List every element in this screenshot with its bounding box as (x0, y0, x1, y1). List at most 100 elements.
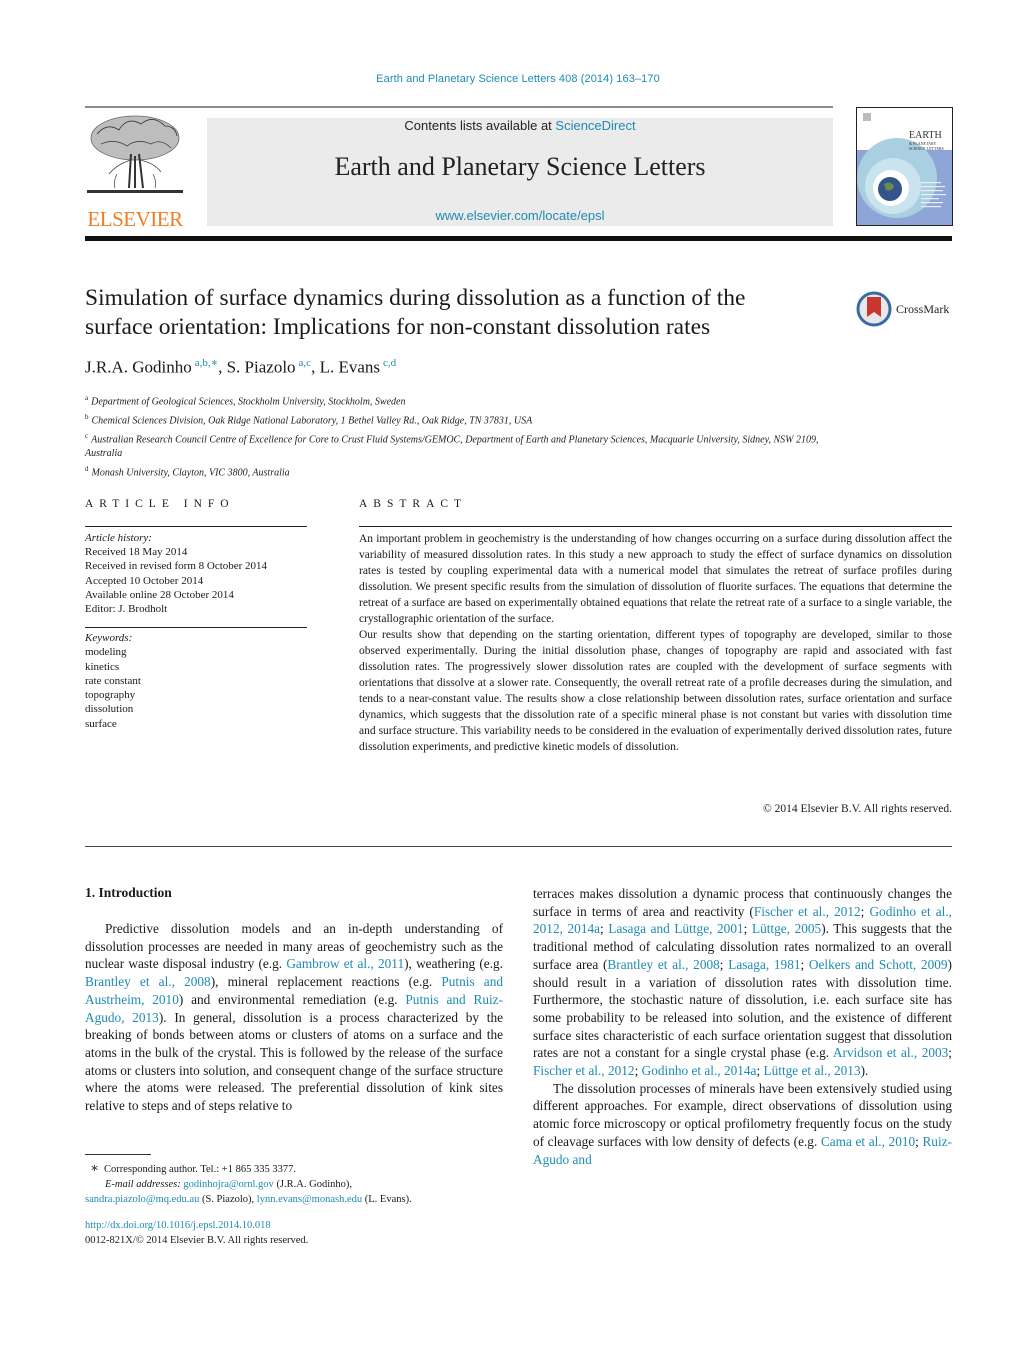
email-owner: (L. Evans). (362, 1193, 412, 1205)
journal-url-link[interactable]: www.elsevier.com/locate/epsl (207, 208, 833, 223)
history-item: Received 18 May 2014 (85, 546, 188, 559)
cover-title-line1: EARTH (909, 130, 942, 141)
contents-line: Contents lists available at ScienceDirec… (207, 118, 833, 133)
citation-link[interactable]: Lüttge, 2005 (752, 921, 821, 936)
citation-link[interactable]: Oelkers and Schott, 2009 (809, 957, 948, 972)
abstract-paragraph-1: An important problem in geochemistry is … (359, 533, 952, 625)
author-affiliation-marks[interactable]: a,c (299, 357, 312, 369)
corresponding-author-footnote: ∗ Corresponding author. Tel.: +1 865 335 … (85, 1160, 515, 1207)
text: ; (719, 956, 729, 972)
issn-copyright: 0012-821X/© 2014 Elsevier B.V. All right… (85, 1234, 309, 1246)
citation-link[interactable]: Brantley et al., 2008 (85, 974, 211, 989)
intro-paragraph-1-cont: terraces makes dissolution a dynamic pro… (533, 885, 952, 1080)
corresponding-author-text: Corresponding author. Tel.: +1 865 335 3… (104, 1164, 296, 1175)
text: ) and environ­mental remediation (e.g. (178, 991, 406, 1007)
text: ; (948, 1045, 952, 1061)
title-line-1: Simulation of surface dynamics during di… (85, 285, 746, 311)
doi-link[interactable]: http://dx.doi.org/10.1016/j.epsl.2014.10… (85, 1220, 271, 1231)
email-label: E-mail addresses: (105, 1178, 181, 1190)
affiliation-item: d Monash University, Clayton, VIC 3800, A… (85, 462, 845, 481)
keywords: Keywords: modeling kinetics rate constant t… (85, 631, 315, 731)
keywords-label: Keywords: (85, 632, 133, 644)
email-link-evans[interactable]: lynn.evans@monash.edu (257, 1194, 362, 1205)
author-name[interactable]: J.R.A. Godinho (85, 358, 192, 377)
article-info-rule (85, 526, 307, 527)
author-name[interactable]: L. Evans (320, 358, 380, 377)
crossmark-button[interactable]: CrossMark (856, 291, 956, 329)
citation-link[interactable]: Lasaga and Lüttge, 2001 (608, 921, 743, 936)
contents-prefix: Contents lists available at (404, 118, 556, 133)
intro-paragraph-1: Predictive dissolution models and an in-… (85, 920, 503, 1115)
author-list: J.R.A. Godinho a,b,∗, S. Piazolo a,c, L. E… (85, 356, 396, 378)
author-separator: , (218, 357, 227, 377)
keywords-rule (85, 627, 307, 628)
affiliation-text: Monash University, Clayton, VIC 3800, Au… (91, 467, 290, 479)
affiliation-key: d (85, 464, 89, 473)
article-info-heading: ARTICLE INFO (85, 498, 235, 510)
journal-cover-image: EARTH & PLANETARY SCIENCE LETTERS (857, 108, 952, 225)
header-heavy-rule (85, 236, 952, 241)
author-separator: , (311, 357, 320, 377)
keyword-item[interactable]: dissolution (85, 702, 315, 716)
affiliation-item: b Chemical Sciences Division, Oak Ridge N… (85, 410, 845, 429)
abstract-body: An important problem in geochemistry is … (359, 531, 952, 755)
doi-block: http://dx.doi.org/10.1016/j.epsl.2014.10… (85, 1219, 308, 1248)
citation-link[interactable]: Fischer et al., 2012 (533, 1063, 635, 1078)
text: ). (860, 1063, 869, 1079)
article-title: Simulation of surface dynamics during di… (85, 284, 845, 342)
text: ), weathering (e.g. (404, 956, 503, 972)
title-line-2: surface orientation: Implications for no… (85, 314, 711, 340)
sciencedirect-link[interactable]: ScienceDirect (555, 118, 635, 133)
citation-link[interactable]: Lüttge et al., 2013 (763, 1063, 860, 1078)
keyword-item[interactable]: surface (85, 717, 315, 731)
keyword-item[interactable]: rate constant (85, 674, 315, 688)
citation-link[interactable]: Gambrow et al., 2011 (286, 956, 404, 971)
abstract-copyright: © 2014 Elsevier B.V. All rights reserved… (763, 803, 952, 815)
intro-paragraph-2: The dissolution processes of minerals ha… (533, 1080, 952, 1169)
journal-citation-link[interactable]: Earth and Planetary Science Letters 408 … (0, 73, 1020, 85)
citation-link[interactable]: Fischer et al., 2012 (754, 904, 861, 919)
history-item: Accepted 10 October 2014 (85, 574, 204, 587)
journal-cover-thumbnail[interactable]: EARTH & PLANETARY SCIENCE LETTERS (856, 107, 953, 226)
article-history-label: Article history: (85, 532, 152, 544)
author-affiliation-marks[interactable]: a,b,∗ (195, 357, 218, 369)
email-owner: (J.R.A. Godinho), (273, 1178, 352, 1190)
keyword-item[interactable]: topography (85, 688, 315, 702)
crossmark-icon (856, 291, 892, 327)
author-name[interactable]: S. Piazolo (227, 358, 296, 377)
article-history: Article history: Received 18 May 2014 Rec… (85, 531, 315, 616)
abstract-rule (359, 526, 952, 527)
journal-title: Earth and Planetary Science Letters (334, 152, 706, 181)
elsevier-tree-icon (87, 115, 183, 193)
text: ; (800, 956, 809, 972)
email-owner: (S. Piazolo), (199, 1193, 257, 1205)
keyword-item[interactable]: kinetics (85, 660, 315, 674)
text: ). In general, dissolution is a process … (85, 1009, 503, 1114)
affiliation-key: a (85, 394, 89, 402)
affiliation-key: c (85, 431, 89, 440)
affiliation-item: c Australian Research Council Centre of E… (85, 429, 845, 462)
text: ), mineral re­placement reactions (e.g. (210, 974, 442, 990)
elsevier-wordmark: ELSEVIER (87, 207, 183, 231)
cover-title-line3: SCIENCE LETTERS (909, 146, 944, 151)
citation-link[interactable]: Lasaga, 1981 (728, 957, 800, 972)
text: ; (634, 1063, 642, 1079)
footnote-star: ∗ (90, 1160, 99, 1175)
citation-link[interactable]: Brantley et al., 2008 (607, 957, 719, 972)
citation-link[interactable]: Arvidson et al., 2003 (833, 1045, 948, 1060)
author-affiliation-marks[interactable]: c,d (383, 357, 396, 369)
footnote-rule (85, 1154, 151, 1155)
citation-link[interactable]: Cama et al., 2010 (821, 1134, 915, 1149)
abstract-paragraph-2: Our results show that depending on the s… (359, 629, 952, 753)
keyword-item[interactable]: modeling (85, 645, 315, 659)
affiliation-text: Australian Research Council Centre of Ex… (85, 433, 819, 460)
citation-link[interactable]: Godinho et al., 2014a (642, 1063, 757, 1078)
history-item: Editor: J. Brodholt (85, 603, 168, 616)
affiliation-key: b (85, 412, 89, 421)
affiliation-text: Chemical Sciences Division, Oak Ridge Na… (91, 415, 533, 427)
email-link-piazolo[interactable]: sandra.piazolo@mq.edu.au (85, 1194, 199, 1205)
email-link-godinho[interactable]: godinhojra@ornl.gov (183, 1179, 273, 1190)
elsevier-logo[interactable]: ELSEVIER (85, 114, 185, 231)
crossmark-label: CrossMark (896, 302, 950, 316)
section-rule (85, 846, 952, 847)
